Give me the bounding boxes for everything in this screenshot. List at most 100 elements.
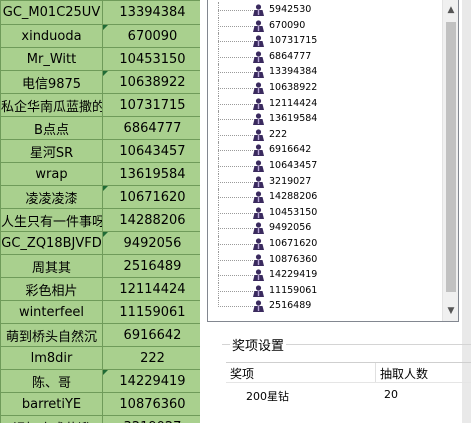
tree-item[interactable]: 10453150	[208, 204, 442, 221]
tree-item-label: 10638922	[269, 81, 318, 93]
cell-user-id[interactable]: 10671620	[102, 185, 200, 209]
cell-user-id[interactable]: 14288206	[102, 208, 200, 232]
cell-user-id[interactable]: 10638922	[102, 70, 200, 94]
cell-username[interactable]: 电信9875	[0, 70, 103, 94]
cell-username[interactable]: xinduoda	[0, 24, 103, 48]
cell-username[interactable]: 萌到桥头自然沉	[0, 323, 103, 347]
cell-user-id[interactable]: 2516489	[102, 254, 200, 278]
person-icon	[253, 160, 264, 172]
cell-username[interactable]: GC_M01C25UV	[0, 0, 103, 25]
sheet-row: wrap 13619584	[0, 162, 200, 186]
person-icon	[253, 300, 264, 313]
cell-username[interactable]: 人生只有一件事呀	[0, 208, 103, 232]
tree-item[interactable]: 10876360	[208, 251, 442, 268]
cell-username[interactable]: 陈、哥	[0, 369, 103, 393]
tree-item[interactable]: 3219027	[208, 173, 442, 190]
column-header-award[interactable]: 奖项	[230, 365, 254, 382]
cell-user-id[interactable]: 14229419	[102, 369, 200, 393]
cell-user-id[interactable]: 6916642	[102, 323, 200, 347]
cell-user-id[interactable]: 6864777	[102, 116, 200, 140]
cell-username[interactable]: 记忆吹成花瓣	[0, 415, 103, 423]
tree-connector-dash	[218, 228, 255, 230]
tree-item[interactable]: 9492056	[208, 220, 442, 236]
person-icon	[253, 82, 264, 94]
participant-tree-list[interactable]: 5942530 670090 10731715 6864777 13394384 1063…	[207, 0, 459, 322]
tree-item-label: 14229419	[269, 269, 318, 281]
person-icon	[253, 97, 264, 110]
sheet-row: 电信9875 10638922	[0, 70, 200, 94]
cell-user-id[interactable]: 10731715	[102, 93, 200, 117]
data-table: GC_M01C25UV 13394384 xinduoda 670090 Mr_Witt…	[0, 0, 200, 423]
tree-item[interactable]: 12114424	[208, 95, 442, 112]
cell-user-id[interactable]: 3219027	[102, 415, 200, 423]
tree-item[interactable]: 670090	[208, 17, 442, 34]
tree-item-label: 10731715	[269, 35, 318, 47]
cell-username[interactable]: 彩色相片	[0, 277, 103, 301]
tree-item[interactable]: 11159061	[208, 282, 442, 299]
person-icon	[253, 285, 264, 297]
tree-connector-dash	[218, 212, 255, 214]
cell-user-id[interactable]: 12114424	[102, 277, 200, 301]
person-icon	[253, 51, 264, 63]
cell-username[interactable]: Mr_Witt	[0, 47, 103, 71]
tree-item[interactable]: 222	[208, 126, 442, 143]
column-header-count[interactable]: 抽取人数	[380, 365, 428, 382]
cell-user-id[interactable]: 11159061	[102, 300, 200, 324]
tree-connector-dash	[218, 306, 255, 308]
tree-item[interactable]: 14288206	[208, 189, 442, 205]
cell-username[interactable]: lm8dir	[0, 346, 103, 370]
tree-item[interactable]: 10638922	[208, 79, 442, 96]
cell-username[interactable]: GC_ZQ18BJVFD	[0, 231, 103, 255]
scroll-up-arrow-icon[interactable]: ▲	[443, 2, 458, 18]
tree-item[interactable]: 14229419	[208, 267, 442, 283]
cell-user-id[interactable]: 13619584	[102, 162, 200, 186]
person-icon	[253, 129, 264, 141]
cell-user-id[interactable]: 13394384	[102, 0, 200, 25]
cell-username[interactable]: winterfeel	[0, 300, 103, 324]
cell-username[interactable]: wrap	[0, 162, 103, 186]
tree-item-label: 5942530	[269, 4, 312, 15]
tree-item[interactable]: 2516489	[208, 298, 442, 314]
cell-username[interactable]: 私企华南瓜蓝撒的	[0, 93, 103, 117]
award-row[interactable]: 200星钻 20	[226, 383, 471, 403]
cell-user-id[interactable]: 10876360	[102, 392, 200, 416]
tree-item-label: 9492056	[269, 222, 312, 234]
cell-username[interactable]: 星河SR	[0, 139, 103, 163]
tree-item-label: 10643457	[269, 159, 318, 171]
tree-item[interactable]: 10731715	[208, 33, 442, 49]
tree-item-label: 670090	[269, 19, 306, 31]
cell-username[interactable]: B点点	[0, 116, 103, 140]
cell-user-id[interactable]: 10453150	[102, 47, 200, 71]
scroll-thumb[interactable]	[446, 22, 456, 292]
person-icon	[253, 191, 264, 204]
sheet-row: 周其其 2516489	[0, 254, 200, 278]
vertical-scrollbar[interactable]: ▲ ▼	[442, 0, 458, 321]
tree-item[interactable]: 10671620	[208, 235, 442, 252]
cell-username[interactable]: 周其其	[0, 254, 103, 278]
sheet-row: 彩色相片 12114424	[0, 277, 200, 301]
tree-connector-dash	[218, 25, 255, 27]
scroll-down-arrow-icon[interactable]: ▼	[443, 303, 458, 319]
tree-item-label: 10876360	[269, 253, 318, 265]
cell-user-id[interactable]: 10643457	[102, 139, 200, 163]
cell-user-id[interactable]: 9492056	[102, 231, 200, 255]
tree-items: 5942530 670090 10731715 6864777 13394384 1063…	[208, 2, 442, 314]
tree-item[interactable]: 10643457	[208, 157, 442, 174]
tree-item[interactable]: 5942530	[208, 2, 442, 18]
person-icon	[253, 4, 264, 16]
tree-item[interactable]: 6864777	[208, 48, 442, 65]
tree-item[interactable]: 13619584	[208, 111, 442, 127]
tree-item[interactable]: 6916642	[208, 142, 442, 158]
tree-item[interactable]: 13394384	[208, 64, 442, 80]
tree-item-label: 3219027	[269, 175, 312, 187]
tree-connector-dash	[218, 134, 255, 136]
cell-username[interactable]: 凌凌凌漆	[0, 185, 103, 209]
column-separator[interactable]	[375, 363, 376, 382]
cell-username[interactable]: barretiYE	[0, 392, 103, 416]
sheet-row: B点点 6864777	[0, 116, 200, 140]
group-title: 奖项设置	[230, 335, 287, 354]
cell-user-id[interactable]: 222	[102, 346, 200, 370]
sheet-row: winterfeel 11159061	[0, 300, 200, 324]
cell-user-id[interactable]: 670090	[102, 24, 200, 48]
tree-connector-dash	[218, 181, 255, 183]
